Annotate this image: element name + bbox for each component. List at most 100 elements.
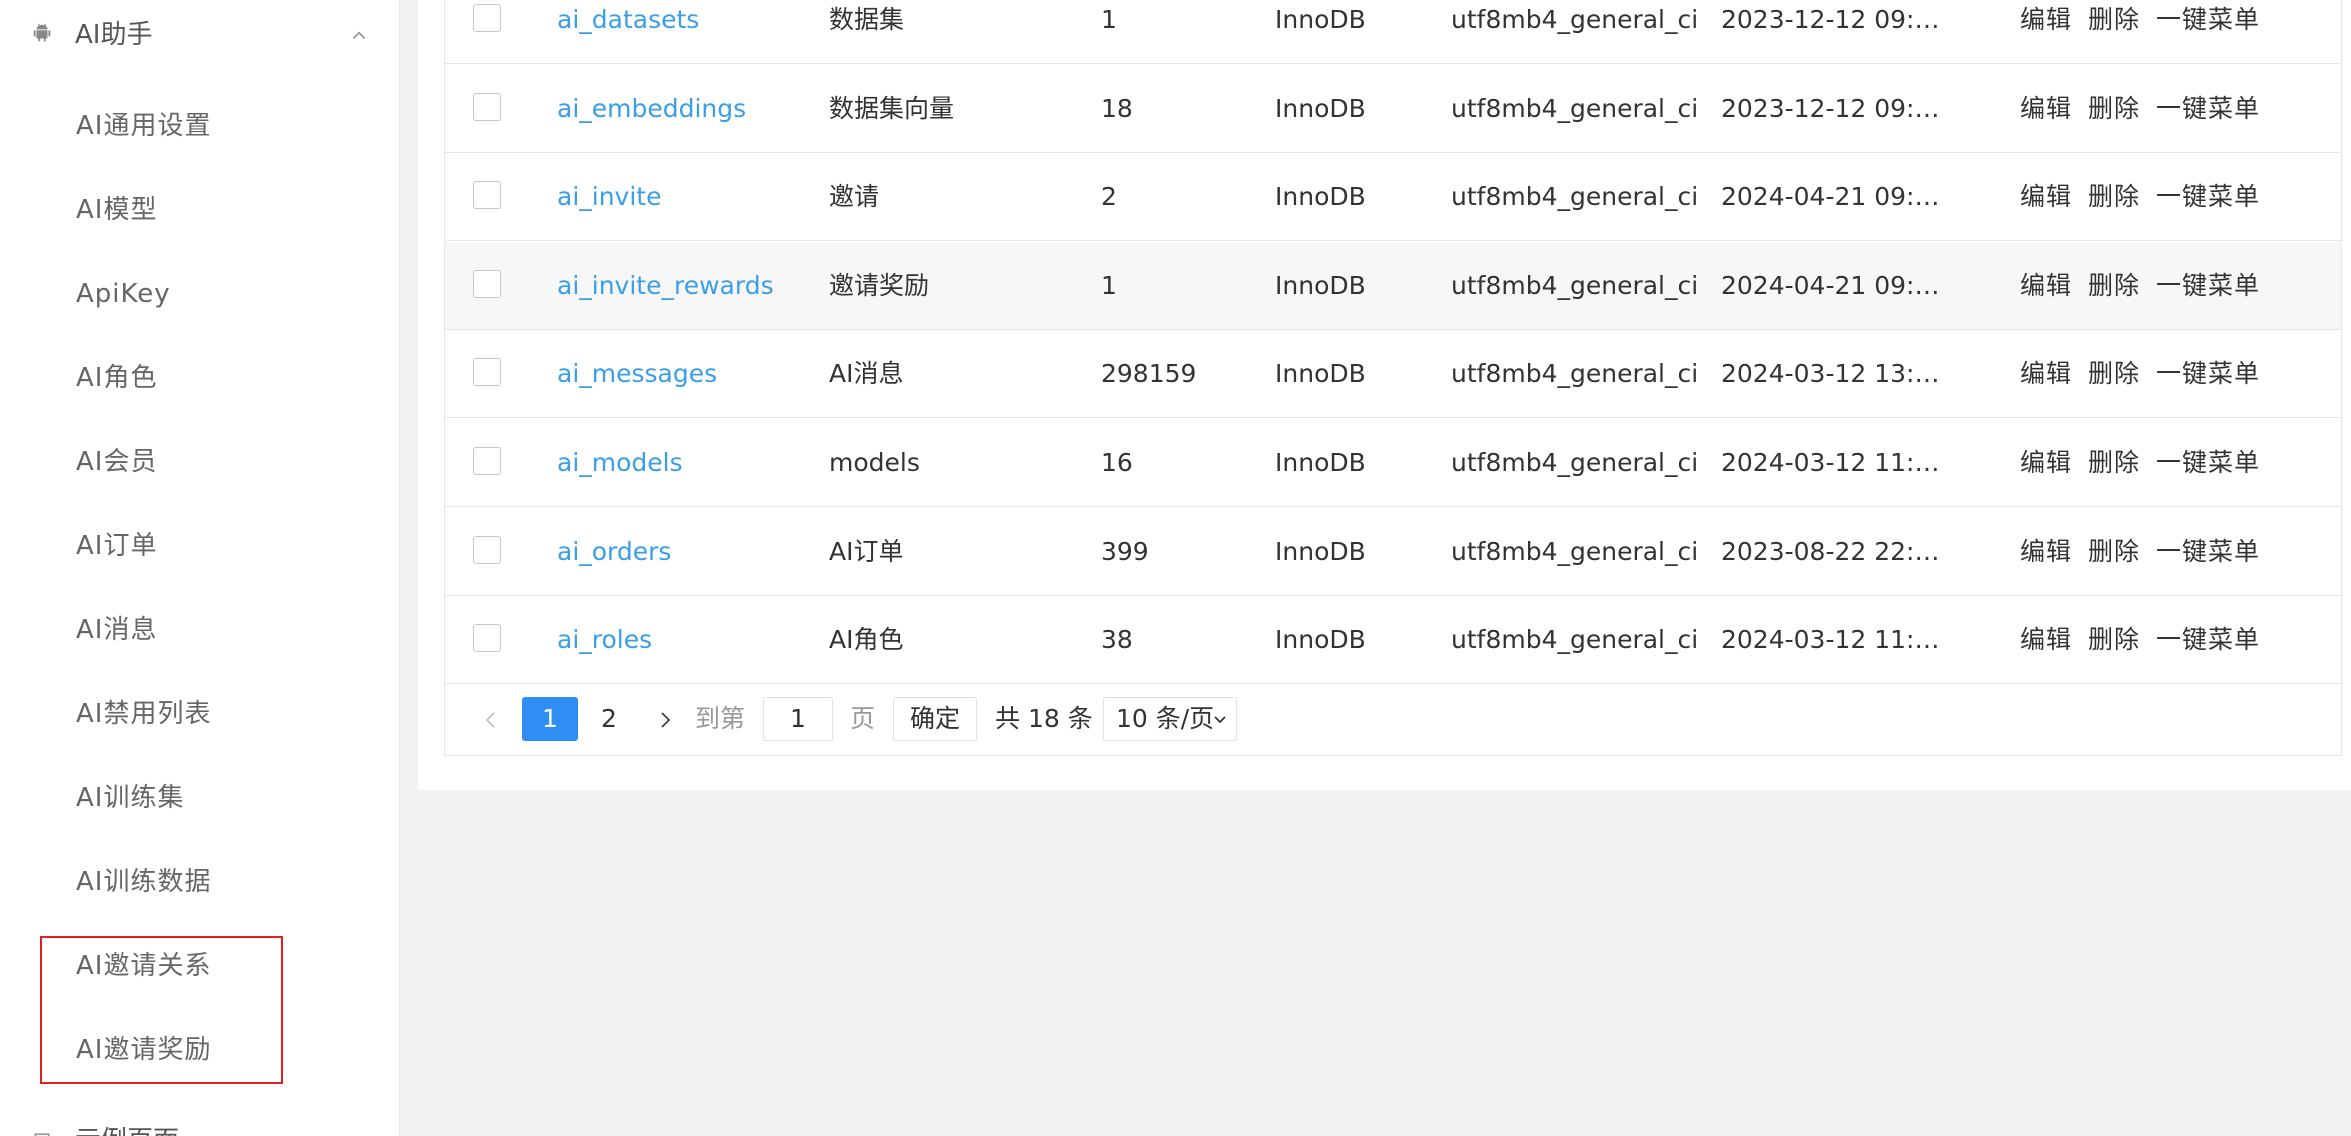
row-checkbox[interactable] — [473, 447, 501, 475]
sidebar-item-ai-models[interactable]: AI模型 — [0, 168, 399, 252]
table-name-link[interactable]: ai_invite_rewards — [557, 242, 774, 330]
one-click-menu-button[interactable]: 一键菜单 — [2156, 625, 2260, 654]
table-row: ai_messages AI消息 298159 InnoDB utf8mb4_gener… — [445, 330, 2341, 418]
row-count: 2 — [1101, 182, 1117, 211]
row-actions: 编辑 删除 一键菜单 — [2020, 0, 2276, 64]
row-checkbox[interactable] — [473, 270, 501, 298]
sidebar: AI助手 AI通用设置 AI模型 ApiKey AI角色 AI会员 AI订单 A… — [0, 0, 400, 1136]
table-comment: 数据集向量 — [829, 94, 955, 123]
created-time: 2024-04-21 09:16:... — [1721, 182, 1941, 211]
engine: InnoDB — [1275, 359, 1366, 388]
page-1-button[interactable]: 1 — [522, 697, 578, 741]
delete-button[interactable]: 删除 — [2088, 625, 2140, 654]
delete-button[interactable]: 删除 — [2088, 359, 2140, 388]
goto-label: 到第 — [695, 704, 746, 733]
row-count: 38 — [1101, 625, 1133, 654]
edit-button[interactable]: 编辑 — [2020, 182, 2072, 211]
menu-group-example-pages[interactable]: 示例页面 — [0, 1110, 399, 1136]
delete-button[interactable]: 删除 — [2088, 5, 2140, 34]
delete-button[interactable]: 删除 — [2088, 448, 2140, 477]
highlight-annotation-box — [40, 936, 283, 1084]
total-count: 共 18 条 — [995, 704, 1093, 733]
one-click-menu-button[interactable]: 一键菜单 — [2156, 537, 2260, 566]
sidebar-item-ai-blocklist[interactable]: AI禁用列表 — [0, 672, 399, 756]
edit-button[interactable]: 编辑 — [2020, 537, 2072, 566]
sidebar-item-ai-training-data[interactable]: AI训练数据 — [0, 840, 399, 924]
collation: utf8mb4_general_ci — [1451, 94, 1699, 123]
sidebar-item-ai-training-sets[interactable]: AI训练集 — [0, 756, 399, 840]
page-size-select[interactable]: 10 条/页 — [1103, 697, 1237, 741]
delete-button[interactable]: 删除 — [2088, 182, 2140, 211]
table-name-link[interactable]: ai_orders — [557, 508, 671, 596]
sidebar-item-ai-members[interactable]: AI会员 — [0, 420, 399, 504]
engine: InnoDB — [1275, 625, 1366, 654]
sidebar-item-ai-orders[interactable]: AI订单 — [0, 504, 399, 588]
row-checkbox[interactable] — [473, 181, 501, 209]
chevron-left-icon — [485, 712, 495, 728]
table-name-link[interactable]: ai_models — [557, 419, 683, 507]
sidebar-item-ai-messages[interactable]: AI消息 — [0, 588, 399, 672]
engine: InnoDB — [1275, 537, 1366, 566]
page-suffix-label: 页 — [850, 704, 876, 733]
table-row: ai_invite_rewards 邀请奖励 1 InnoDB utf8mb4_gene… — [445, 242, 2341, 330]
edit-button[interactable]: 编辑 — [2020, 94, 2072, 123]
delete-button[interactable]: 删除 — [2088, 94, 2140, 123]
confirm-goto-button[interactable]: 确定 — [893, 697, 977, 741]
edit-button[interactable]: 编辑 — [2020, 448, 2072, 477]
edit-button[interactable]: 编辑 — [2020, 5, 2072, 34]
sidebar-item-apikey[interactable]: ApiKey — [0, 252, 399, 336]
edit-button[interactable]: 编辑 — [2020, 625, 2072, 654]
row-count: 16 — [1101, 448, 1133, 477]
next-page-button[interactable] — [645, 697, 685, 741]
goto-page-input[interactable]: 1 — [763, 697, 833, 741]
one-click-menu-button[interactable]: 一键菜单 — [2156, 182, 2260, 211]
delete-button[interactable]: 删除 — [2088, 537, 2140, 566]
row-checkbox[interactable] — [473, 536, 501, 564]
row-count: 1 — [1101, 5, 1117, 34]
created-time: 2023-08-22 22:07:... — [1721, 537, 1941, 566]
engine: InnoDB — [1275, 182, 1366, 211]
table-name-link[interactable]: ai_invite — [557, 153, 661, 241]
menu-group-label: 示例页面 — [75, 1120, 179, 1136]
one-click-menu-button[interactable]: 一键菜单 — [2156, 359, 2260, 388]
one-click-menu-button[interactable]: 一键菜单 — [2156, 5, 2260, 34]
edit-button[interactable]: 编辑 — [2020, 271, 2072, 300]
edit-button[interactable]: 编辑 — [2020, 359, 2072, 388]
engine: InnoDB — [1275, 448, 1366, 477]
row-checkbox[interactable] — [473, 624, 501, 652]
one-click-menu-button[interactable]: 一键菜单 — [2156, 448, 2260, 477]
row-count: 399 — [1101, 537, 1149, 566]
row-checkbox[interactable] — [473, 93, 501, 121]
page-icon — [34, 1133, 50, 1136]
table-row: ai_roles AI角色 38 InnoDB utf8mb4_general_ci 20… — [445, 596, 2341, 684]
table-comment: 数据集 — [829, 5, 905, 34]
table-name-link[interactable]: ai_roles — [557, 596, 652, 684]
chevron-down-icon — [1214, 716, 1226, 724]
row-checkbox[interactable] — [473, 358, 501, 386]
one-click-menu-button[interactable]: 一键菜单 — [2156, 271, 2260, 300]
sidebar-item-ai-roles[interactable]: AI角色 — [0, 336, 399, 420]
row-checkbox[interactable] — [473, 4, 501, 32]
row-count: 1 — [1101, 271, 1117, 300]
table-comment: 邀请奖励 — [829, 271, 930, 300]
row-actions: 编辑 删除 一键菜单 — [2020, 65, 2276, 153]
page-2-button[interactable]: 2 — [581, 697, 637, 741]
delete-button[interactable]: 删除 — [2088, 271, 2140, 300]
menu-group-ai-assistant[interactable]: AI助手 — [0, 0, 399, 70]
prev-page-button[interactable] — [473, 697, 509, 741]
table-comment: AI消息 — [829, 359, 904, 388]
table-row: ai_orders AI订单 399 InnoDB utf8mb4_general_ci… — [445, 508, 2341, 596]
row-actions: 编辑 删除 一键菜单 — [2020, 153, 2276, 241]
table-comment: models — [829, 448, 920, 477]
sidebar-item-ai-general-settings[interactable]: AI通用设置 — [0, 84, 399, 168]
collation: utf8mb4_general_ci — [1451, 537, 1699, 566]
one-click-menu-button[interactable]: 一键菜单 — [2156, 94, 2260, 123]
table-name-link[interactable]: ai_messages — [557, 330, 717, 418]
collation: utf8mb4_general_ci — [1451, 182, 1699, 211]
table-name-link[interactable]: ai_datasets — [557, 0, 699, 64]
table-comment: AI订单 — [829, 537, 904, 566]
table-row: ai_invite 邀请 2 InnoDB utf8mb4_general_ci 2024… — [445, 153, 2341, 241]
collation: utf8mb4_general_ci — [1451, 271, 1699, 300]
created-time: 2023-12-12 09:03:... — [1721, 94, 1941, 123]
table-name-link[interactable]: ai_embeddings — [557, 65, 746, 153]
